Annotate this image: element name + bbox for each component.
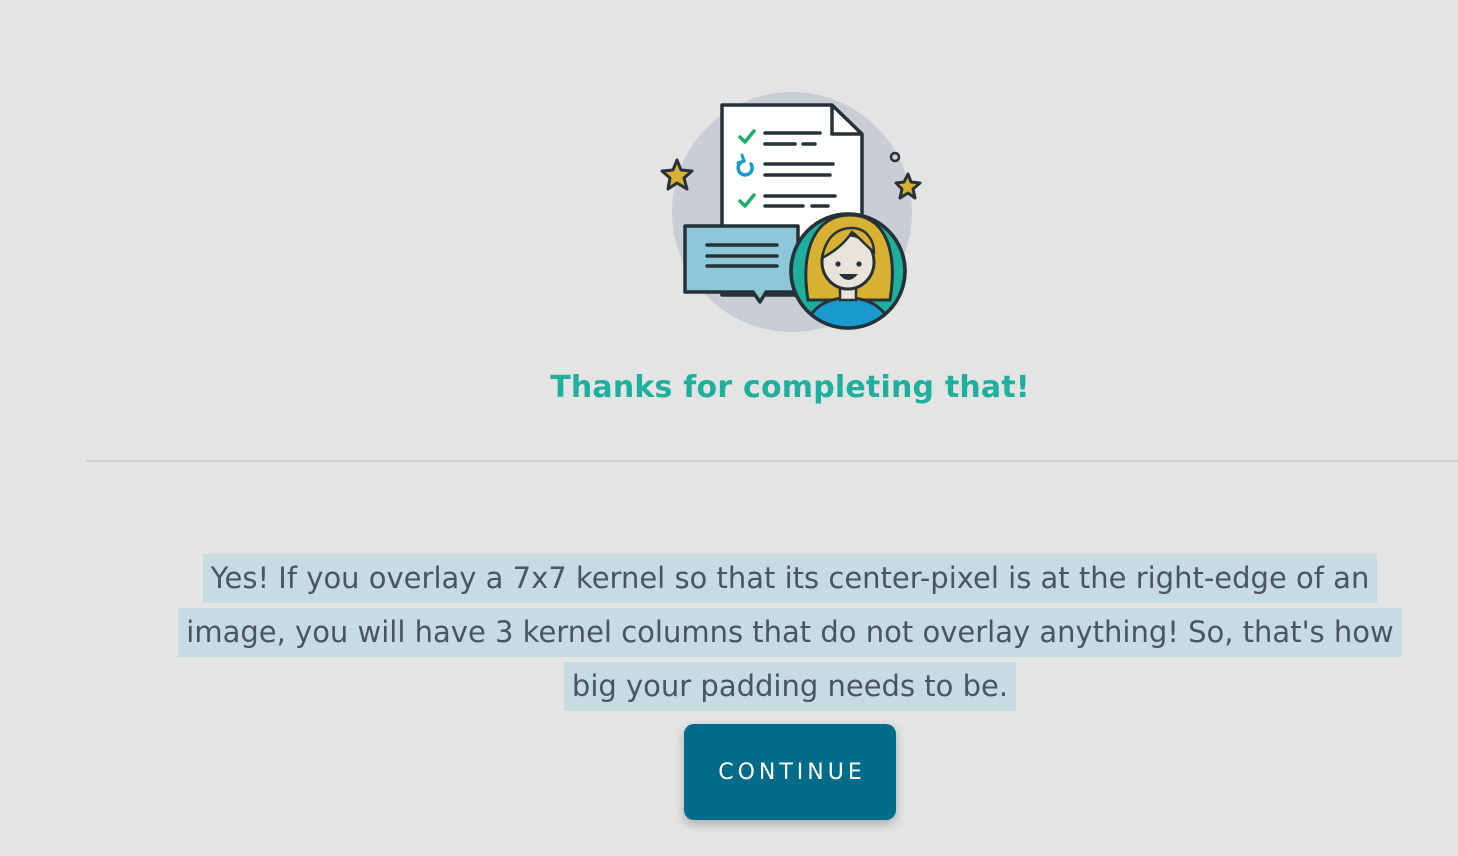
feedback-message-text: Yes! If you overlay a 7x7 kernel so that… <box>178 554 1402 711</box>
completion-title: Thanks for completing that! <box>550 370 1030 405</box>
feedback-message: Yes! If you overlay a 7x7 kernel so that… <box>170 551 1410 713</box>
section-divider <box>86 460 1458 462</box>
completion-illustration <box>660 92 922 332</box>
quiz-completion-page: Thanks for completing that! Yes! If you … <box>0 0 1458 856</box>
speech-bubble-icon <box>683 224 800 304</box>
student-avatar-icon <box>789 212 907 330</box>
continue-button[interactable]: CONTINUE <box>684 724 896 820</box>
